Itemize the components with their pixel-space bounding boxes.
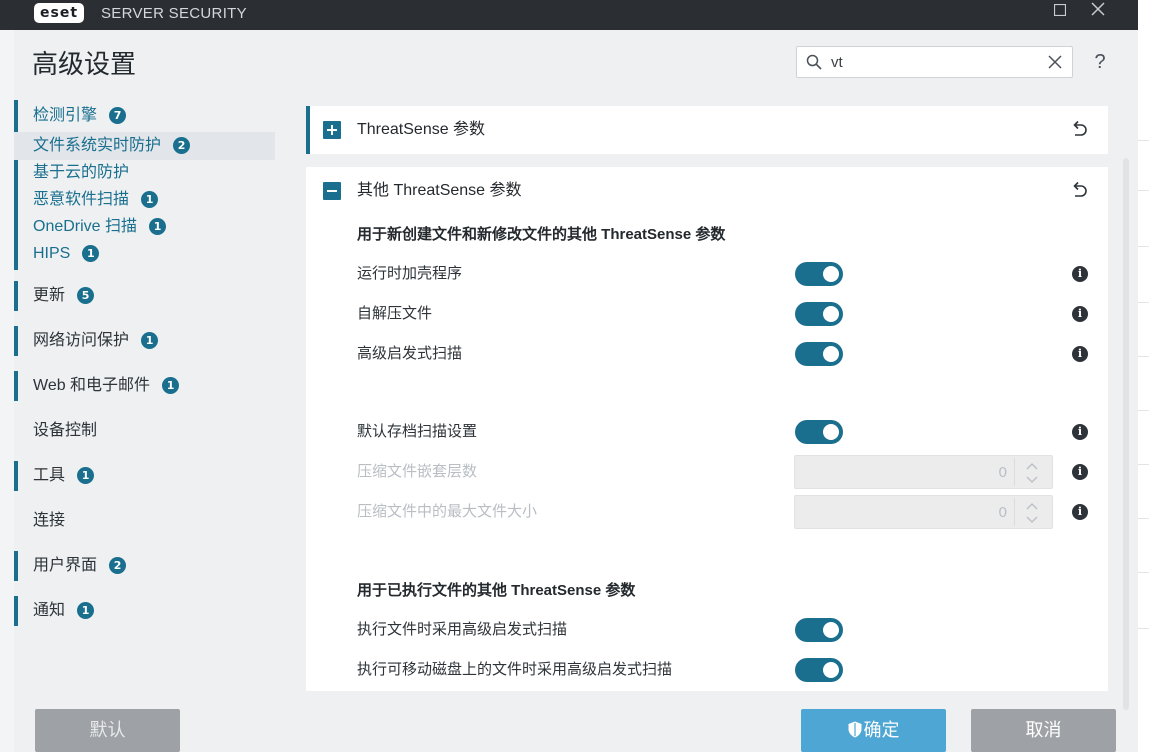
info-icon[interactable]: i [1072,306,1088,322]
panel-title: 其他 ThreatSense 参数 [357,182,522,199]
count-badge: 1 [77,602,95,619]
count-badge: 1 [149,218,167,235]
sidebar-item-device-control[interactable]: 设备控制 [14,417,97,445]
collapse-icon[interactable] [323,182,341,200]
setting-label: 执行可移动磁盘上的文件时采用高级启发式扫描 [357,661,673,678]
setting-label: 执行文件时采用高级启发式扫描 [357,621,568,638]
info-icon[interactable]: i [1072,424,1088,440]
setting-label: 高级启发式扫描 [357,345,463,362]
count-badge: 1 [82,245,100,262]
info-icon[interactable]: i [1072,464,1088,480]
count-badge: 2 [109,557,127,574]
sidebar-item-onedrive-scan[interactable]: OneDrive 扫描 1 [14,213,167,241]
sidebar-item-network-protection[interactable]: 网络访问保护 1 [14,327,159,355]
removable-media-heuristics-toggle[interactable] [795,658,843,682]
close-icon[interactable] [1083,0,1113,24]
sidebar-item-user-interface[interactable]: 用户界面 2 [14,552,127,580]
search-icon [806,54,822,70]
info-icon[interactable]: i [1072,346,1088,362]
title-bar: eset SERVER SECURITY [0,0,1138,30]
sidebar-item-web-and-email[interactable]: Web 和电子邮件 1 [14,372,180,400]
info-icon[interactable]: i [1072,504,1088,520]
background-window-edge [0,30,14,752]
count-badge: 7 [109,107,127,124]
count-badge: 2 [173,137,191,154]
max-file-size-stepper[interactable]: 0 [794,495,1053,529]
app-title: SERVER SECURITY [101,5,247,22]
count-badge: 1 [141,332,159,349]
count-badge: 1 [141,191,159,208]
help-icon[interactable]: ? [1090,50,1110,74]
search-box[interactable] [796,46,1073,78]
stepper-value: 0 [998,504,1007,521]
sidebar-item-realtime-protection[interactable]: 文件系统实时防护 2 [14,132,275,160]
sidebar-item-detection-engine[interactable]: 检测引擎 7 [14,102,127,130]
exec-advanced-heuristics-toggle[interactable] [795,618,843,642]
runtime-packers-toggle[interactable] [795,262,843,286]
sidebar-item-malware-scans[interactable]: 恶意软件扫描 1 [14,186,159,214]
count-badge: 1 [162,377,180,394]
self-extracting-archives-toggle[interactable] [795,302,843,326]
sidebar-item-hips[interactable]: HIPS 1 [14,240,100,268]
clear-search-icon[interactable] [1047,54,1063,70]
section-heading: 用于新创建文件和新修改文件的其他 ThreatSense 参数 [357,226,726,243]
chevron-up-icon[interactable] [1019,499,1045,513]
chevron-down-icon[interactable] [1019,513,1045,527]
background-window-strip [1138,0,1149,752]
revert-icon[interactable] [1070,181,1090,201]
setting-label: 运行时加壳程序 [357,265,463,282]
sidebar-item-cloud-protection[interactable]: 基于云的防护 [14,159,129,187]
sidebar-item-update[interactable]: 更新 5 [14,282,95,310]
revert-icon[interactable] [1070,120,1090,140]
section-heading: 用于已执行文件的其他 ThreatSense 参数 [357,582,636,599]
additional-threatsense-panel: 其他 ThreatSense 参数 用于新创建文件和新修改文件的其他 Threa… [306,167,1108,691]
default-button[interactable]: 默认 [35,709,180,752]
chevron-up-icon[interactable] [1019,459,1045,473]
archive-nesting-level-stepper[interactable]: 0 [794,455,1053,489]
sidebar-item-connectivity[interactable]: 连接 [14,507,65,535]
setting-label: 压缩文件中的最大文件大小 [357,503,538,520]
sidebar-item-notifications[interactable]: 通知 1 [14,597,95,625]
setting-label: 自解压文件 [357,305,433,322]
setting-label: 压缩文件嵌套层数 [357,463,478,480]
search-input[interactable] [831,51,1031,73]
stepper-value: 0 [998,464,1007,481]
info-icon[interactable]: i [1072,266,1088,282]
sidebar-item-tools[interactable]: 工具 1 [14,462,95,490]
panel-title: ThreatSense 参数 [357,121,486,138]
expand-icon[interactable] [323,121,341,139]
scrollbar[interactable] [1123,158,1129,710]
advanced-settings-dialog: 高级设置 ? 检测引擎7 文件系统实时防护2 基于云的防护 恶意软件扫描1 On… [14,30,1138,752]
page-title: 高级设置 [32,49,137,79]
shield-icon [848,721,861,738]
count-badge: 5 [77,287,95,304]
maximize-icon[interactable] [1045,0,1075,24]
chevron-down-icon[interactable] [1019,473,1045,487]
count-badge: 1 [77,467,95,484]
default-archive-settings-toggle[interactable] [795,420,843,444]
ok-button[interactable]: 确定 [801,709,946,752]
advanced-heuristics-toggle[interactable] [795,342,843,366]
ok-label: 确定 [863,720,900,740]
threatsense-panel[interactable]: ThreatSense 参数 [306,106,1108,154]
cancel-button[interactable]: 取消 [971,709,1116,752]
eset-logo: eset [34,3,85,23]
setting-label: 默认存档扫描设置 [357,423,478,440]
